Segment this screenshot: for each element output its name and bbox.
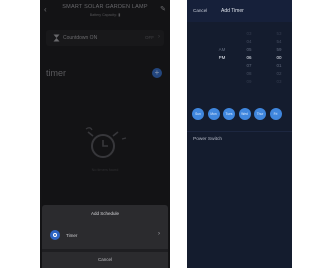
hour-option[interactable]: 04 [242,39,256,44]
sheet-cancel-button[interactable]: Cancel [42,252,168,268]
ampm-option[interactable]: PM [215,55,229,60]
hour-option[interactable]: 03 [242,31,256,36]
chevron-right-icon: › [158,231,160,237]
minute-option[interactable]: 59 [272,47,286,52]
sheet-item-timer[interactable]: Timer › [42,225,168,245]
minute-option[interactable]: 03 [272,79,286,84]
minute-option[interactable]: 01 [272,63,286,68]
hour-option[interactable]: 07 [242,63,256,68]
day-button-mon[interactable]: Mon [207,108,220,120]
day-button-fri[interactable]: Fri [269,108,282,120]
ampm-option[interactable]: AM [215,47,229,52]
day-button-thur[interactable]: Thur [254,108,266,120]
cancel-button[interactable]: Cancel [193,8,207,13]
time-picker[interactable]: AM PM 03 04 05 06 07 08 09 53 54 59 00 01 02 03 [187,22,292,94]
add-timer-screen: Cancel Add Timer AM PM 03 04 05 06 07 08 09 53 5… [187,0,292,268]
sheet-item-label: Timer [66,233,78,238]
add-timer-header: Cancel Add Timer [187,0,292,22]
day-button-wed[interactable]: Wed [238,108,251,120]
page-title: Add Timer [221,8,244,14]
minute-option[interactable]: 53 [272,31,286,36]
day-button-sun[interactable]: Sun [192,108,204,120]
minute-option[interactable]: 02 [272,71,286,76]
divider [187,131,292,132]
sheet-title: Add Schedule [90,211,120,216]
repeat-days: Sun Mon Tues Wed Thur Fri [192,108,292,120]
clock-icon [50,230,60,240]
hour-option[interactable]: 06 [242,55,256,60]
hour-option[interactable]: 08 [242,71,256,76]
day-button-tues[interactable]: Tues [223,108,235,120]
minute-option[interactable]: 54 [272,39,286,44]
screenshot-stage: ‹ SMART SOLAR GARDEN LAMP Battery Capaci… [0,0,292,268]
minute-option[interactable]: 00 [272,55,286,60]
hour-option[interactable]: 09 [242,79,256,84]
add-schedule-sheet: Add Schedule Timer › Cancel [42,205,168,268]
hour-option[interactable]: 05 [242,47,256,52]
device-screen-schedule: ‹ SMART SOLAR GARDEN LAMP Battery Capaci… [40,0,170,268]
power-switch-label[interactable]: Power Switch [193,137,222,142]
